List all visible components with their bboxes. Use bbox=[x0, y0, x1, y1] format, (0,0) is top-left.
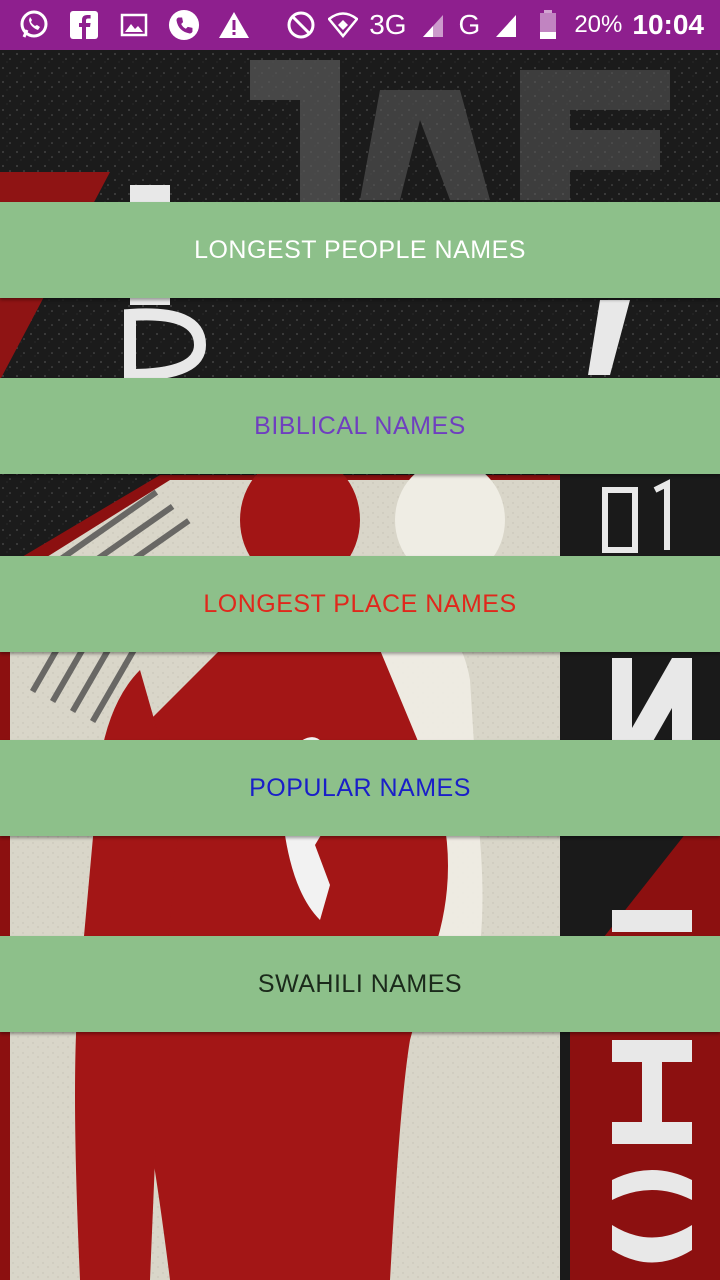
popular-names-button[interactable]: POPULAR NAMES bbox=[0, 740, 720, 836]
longest-place-names-button[interactable]: LONGEST PLACE NAMES bbox=[0, 556, 720, 652]
button-label: LONGEST PEOPLE NAMES bbox=[194, 235, 526, 264]
facebook-icon bbox=[68, 9, 100, 41]
signal-icon bbox=[417, 9, 449, 41]
notification-icons bbox=[0, 9, 250, 41]
system-status: 3G G 20% 10:04 bbox=[285, 0, 704, 50]
button-label: SWAHILI NAMES bbox=[257, 969, 463, 998]
biblical-names-button[interactable]: BIBLICAL NAMES bbox=[0, 378, 720, 474]
battery-percent: 20% bbox=[574, 11, 623, 38]
network-type-3g: 3G bbox=[369, 9, 407, 40]
button-label: BIBLICAL NAMES bbox=[254, 411, 466, 440]
gallery-icon bbox=[118, 9, 150, 41]
warning-icon bbox=[218, 9, 250, 41]
network-type-g: G bbox=[458, 9, 481, 40]
button-label: POPULAR NAMES bbox=[249, 773, 471, 802]
no-disturb-icon bbox=[285, 9, 317, 41]
wifi-icon bbox=[327, 9, 359, 41]
status-bar: 3G G 20% 10:04 bbox=[0, 0, 720, 50]
swahili-names-button[interactable]: SWAHILI NAMES bbox=[0, 936, 720, 1032]
signal-icon bbox=[490, 9, 522, 41]
clock: 10:04 bbox=[632, 9, 704, 40]
longest-people-names-button[interactable]: LONGEST PEOPLE NAMES bbox=[0, 202, 720, 298]
phone-icon bbox=[168, 9, 200, 41]
battery-icon bbox=[532, 9, 564, 41]
whatsapp-icon bbox=[18, 9, 50, 41]
button-label: LONGEST PLACE NAMES bbox=[203, 589, 517, 618]
